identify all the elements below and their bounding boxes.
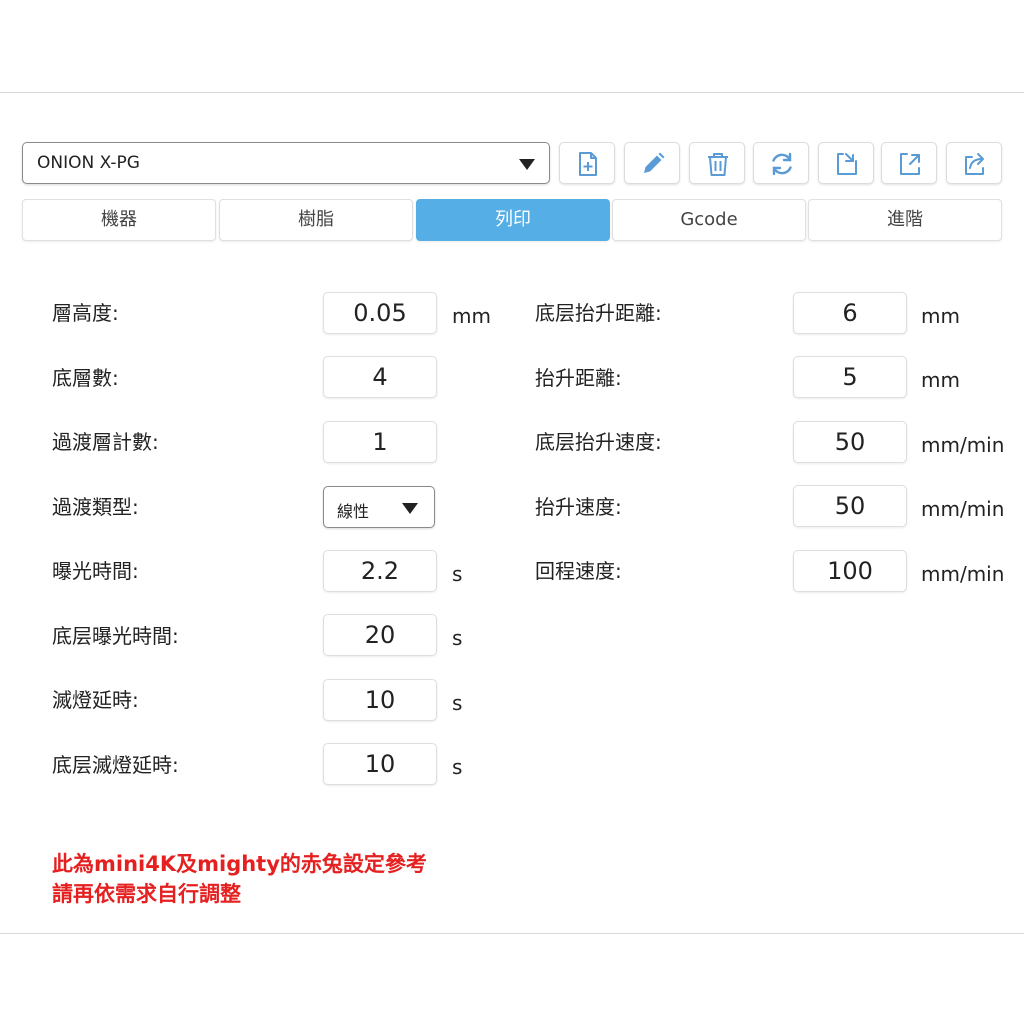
bottom-exposure-unit: s [452,626,463,650]
tab-gcode[interactable]: Gcode [612,199,806,241]
lift-distance-input[interactable]: 5 [793,356,907,398]
note-line-1: 此為mini4K及mighty的赤兔設定參考 [52,852,427,876]
layer-height-input[interactable]: 0.05 [323,292,437,334]
tab-advanced[interactable]: 進階 [808,199,1002,241]
transition-layers-input[interactable]: 1 [323,421,437,463]
edit-profile-button[interactable] [624,142,680,184]
tab-print[interactable]: 列印 [416,199,610,241]
profile-select-value: ONION X-PG [37,153,140,173]
transition-type-value: 線性 [337,502,370,521]
tab-machine[interactable]: 機器 [22,199,216,241]
layer-height-label: 層高度: [52,301,119,325]
note-line-2: 請再依需求自行調整 [52,882,241,906]
lift-speed-input[interactable]: 50 [793,485,907,527]
bottom-light-off-delay-input[interactable]: 10 [323,743,437,785]
bottom-lift-distance-label: 底层抬升距離: [535,301,662,325]
bottom-lift-distance-unit: mm [921,304,960,328]
light-off-delay-unit: s [452,691,463,715]
import-icon [837,153,857,175]
bottom-light-off-delay-label: 底层滅燈延時: [52,753,179,777]
bottom-layers-label: 底層數: [52,366,119,390]
refresh-button[interactable] [753,142,809,184]
lift-distance-unit: mm [921,368,960,392]
bottom-exposure-label: 底层曝光時間: [52,624,179,648]
lift-speed-label: 抬升速度: [535,495,622,519]
chevron-down-icon [519,159,535,170]
lift-distance-label: 抬升距離: [535,366,622,390]
delete-profile-button[interactable] [689,142,745,184]
exposure-time-input[interactable]: 2.2 [323,550,437,592]
refresh-icon [772,152,792,176]
retract-speed-unit: mm/min [921,562,1005,586]
add-file-icon [579,152,597,176]
bottom-lift-distance-input[interactable]: 6 [793,292,907,334]
light-off-delay-label: 滅燈延時: [52,688,139,712]
transition-type-label: 過渡類型: [52,495,139,519]
lift-speed-unit: mm/min [921,497,1005,521]
bottom-lift-speed-input[interactable]: 50 [793,421,907,463]
export-icon [900,153,920,175]
transition-layers-label: 過渡層計數: [52,430,159,454]
exposure-time-label: 曝光時間: [52,559,139,583]
chevron-down-icon [402,503,418,514]
pencil-icon [644,152,665,173]
exposure-time-unit: s [452,562,463,586]
bottom-lift-speed-unit: mm/min [921,433,1005,457]
share-icon [965,153,984,175]
transition-type-select[interactable]: 線性 [323,486,435,528]
add-profile-button[interactable] [559,142,615,184]
retract-speed-label: 回程速度: [535,559,622,583]
bottom-lift-speed-label: 底层抬升速度: [535,430,662,454]
bottom-layers-input[interactable]: 4 [323,356,437,398]
retract-speed-input[interactable]: 100 [793,550,907,592]
bottom-exposure-input[interactable]: 20 [323,614,437,656]
layer-height-unit: mm [452,304,491,328]
import-button[interactable] [818,142,874,184]
export-button[interactable] [881,142,937,184]
profile-select[interactable]: ONION X-PG [22,142,550,184]
bottom-light-off-delay-unit: s [452,755,463,779]
trash-icon [708,153,728,176]
tab-resin[interactable]: 樹脂 [219,199,413,241]
share-button[interactable] [946,142,1002,184]
light-off-delay-input[interactable]: 10 [323,679,437,721]
